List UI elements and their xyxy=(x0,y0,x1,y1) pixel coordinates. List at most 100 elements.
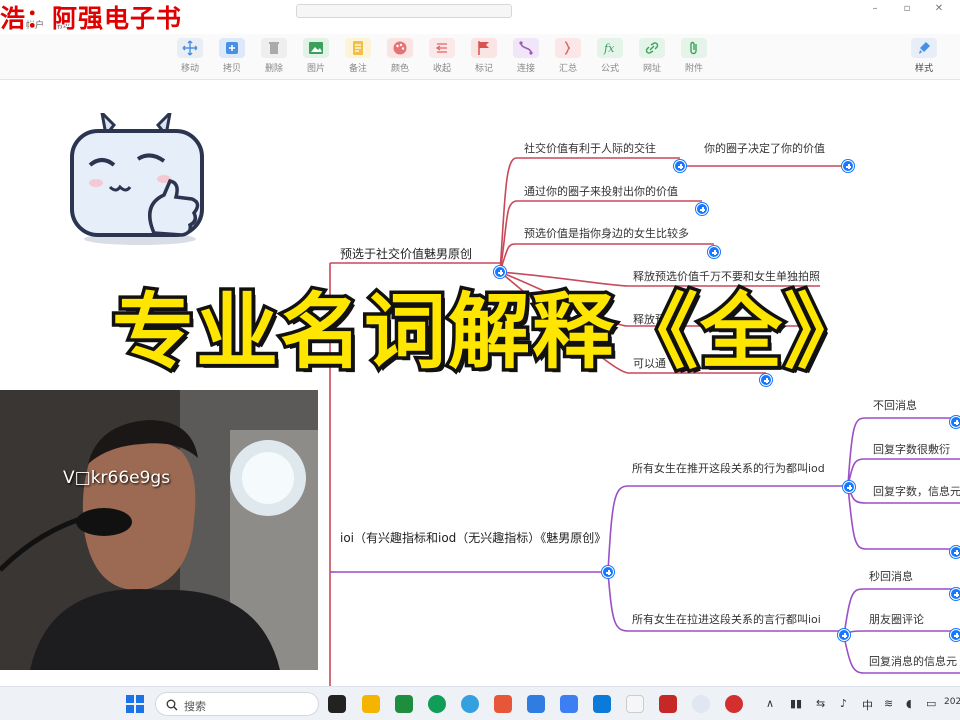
formula-tool-button[interactable]: fx 公式 xyxy=(588,38,632,78)
tray-overflow-icon[interactable]: ∧ xyxy=(766,697,774,710)
volume-icon[interactable]: ◖ xyxy=(906,697,912,710)
attachment-tool-button[interactable]: 附件 xyxy=(672,38,716,78)
file-explorer-icon[interactable] xyxy=(362,695,380,713)
note-tool-button[interactable]: 备注 xyxy=(336,38,380,78)
delete-tool-button[interactable]: 删除 xyxy=(252,38,296,78)
formula-icon: fx xyxy=(597,38,623,58)
flag-tool-label: 标记 xyxy=(474,64,493,74)
expand-plus-icon[interactable] xyxy=(494,266,506,278)
expand-plus-icon[interactable] xyxy=(950,546,960,558)
task-view-icon[interactable] xyxy=(328,695,346,713)
microphone-icon[interactable]: ♪ xyxy=(840,697,847,710)
expand-plus-icon[interactable] xyxy=(708,246,720,258)
ioi-item[interactable]: 秒回消息 xyxy=(869,570,913,584)
style-label: 样式 xyxy=(914,64,933,74)
edge-browser-icon[interactable] xyxy=(428,695,446,713)
copy-tool-button[interactable]: 拷贝 xyxy=(210,38,254,78)
recording-icon[interactable] xyxy=(725,695,743,713)
iod-item[interactable]: 回复字数很敷衍 xyxy=(873,443,950,457)
windows-start-icon[interactable] xyxy=(126,695,144,713)
tray-settings-icon[interactable]: ⇆ xyxy=(816,697,825,710)
title-search-box[interactable] xyxy=(296,4,512,18)
wifi-icon[interactable]: ≋ xyxy=(884,697,893,710)
iod-item[interactable]: 不回消息 xyxy=(873,399,917,413)
connect-tool-label: 连接 xyxy=(516,64,535,74)
color-tool-button[interactable]: 颜色 xyxy=(378,38,422,78)
branch1-root-node[interactable]: 预选于社交价值魅男原创 xyxy=(340,247,472,261)
copy-tool-label: 拷贝 xyxy=(222,64,241,74)
webcam-overlay: V□kr66e9gs xyxy=(0,390,318,670)
close-icon[interactable]: ✕ xyxy=(932,2,946,16)
app-icon[interactable] xyxy=(560,695,578,713)
expand-plus-icon[interactable] xyxy=(950,588,960,600)
expand-plus-icon[interactable] xyxy=(843,481,855,493)
flag-icon xyxy=(471,38,497,58)
app-icon[interactable] xyxy=(494,695,512,713)
note-tool-label: 备注 xyxy=(348,64,367,74)
minimize-icon[interactable]: – xyxy=(868,2,882,16)
ime-indicator[interactable]: 中 xyxy=(862,697,873,713)
palette-icon xyxy=(387,38,413,58)
taskbar-search-label: 搜索 xyxy=(184,700,206,713)
delete-tool-label: 删除 xyxy=(264,64,283,74)
image-tool-button[interactable]: 图片 xyxy=(294,38,338,78)
app-icon[interactable] xyxy=(692,695,710,713)
image-tool-label: 图片 xyxy=(306,64,325,74)
thinking-mascot-icon xyxy=(70,113,204,245)
title-banner: 专业名词解释《全》 xyxy=(40,278,940,388)
window-controls: – ▫ ✕ xyxy=(860,2,960,18)
attachment-tool-label: 附件 xyxy=(684,64,703,74)
taskbar-search-input[interactable]: 搜索 xyxy=(155,692,319,716)
maximize-icon[interactable]: ▫ xyxy=(900,2,914,16)
move-tool-button[interactable]: 移动 xyxy=(168,38,212,78)
style-panel-button[interactable]: 样式 xyxy=(902,38,946,78)
taskbar: 搜索 ∧ ▮▮ ⇆ ♪ 中 ≋ ◖ ▭ 202 xyxy=(0,686,960,720)
collapse-tool-label: 收起 xyxy=(432,64,451,74)
expand-plus-icon[interactable] xyxy=(842,160,854,172)
app-icon[interactable] xyxy=(593,695,611,713)
tray-app-icon[interactable]: ▮▮ xyxy=(790,697,802,710)
ioi-item[interactable]: 回复消息的信息元 xyxy=(869,655,957,669)
branch2-root-node[interactable]: ioi（有兴趣指标和iod（无兴趣指标）《魅男原创》 xyxy=(340,531,606,545)
mindmap-app-icon[interactable] xyxy=(626,695,644,713)
expand-plus-icon[interactable] xyxy=(602,566,614,578)
link-icon xyxy=(639,38,665,58)
branch2-ioi-node[interactable]: 所有女生在拉进这段关系的言行都叫ioi xyxy=(632,613,821,627)
app-store-icon[interactable] xyxy=(395,695,413,713)
ioi-item[interactable]: 朋友圈评论 xyxy=(869,613,924,627)
toolbar: 移动 拷贝 删除 图片 备注 颜色 收起 标记 连接 汇总 fx 公式 网址 附… xyxy=(0,34,960,80)
summary-icon xyxy=(555,38,581,58)
delete-icon xyxy=(261,38,287,58)
branch1-child-social-value[interactable]: 社交价值有利于人际的交往 xyxy=(524,142,656,156)
app-icon[interactable] xyxy=(461,695,479,713)
link-tool-button[interactable]: 网址 xyxy=(630,38,674,78)
collapse-tool-button[interactable]: 收起 xyxy=(420,38,464,78)
branch1-child-preselect[interactable]: 预选价值是指你身边的女生比较多 xyxy=(524,227,689,241)
expand-plus-icon[interactable] xyxy=(674,160,686,172)
connect-icon xyxy=(513,38,539,58)
tray-date[interactable]: 202 xyxy=(944,697,960,707)
battery-icon[interactable]: ▭ xyxy=(926,697,936,710)
collapse-icon xyxy=(429,38,455,58)
expand-plus-icon[interactable] xyxy=(950,629,960,641)
brush-icon xyxy=(911,38,937,58)
flag-tool-button[interactable]: 标记 xyxy=(462,38,506,78)
expand-plus-icon[interactable] xyxy=(838,629,850,641)
branch1-child-project-value[interactable]: 通过你的圈子来投射出你的价值 xyxy=(524,185,678,199)
cloud-app-icon[interactable] xyxy=(527,695,545,713)
menu-bar: 帐户 帮助 – ▫ ✕ 浩：阿强电子书 xyxy=(0,0,960,34)
move-tool-label: 移动 xyxy=(180,64,199,74)
expand-plus-icon[interactable] xyxy=(696,203,708,215)
screen: 帐户 帮助 – ▫ ✕ 浩：阿强电子书 移动 拷贝 删除 图片 备注 颜色 收起… xyxy=(0,0,960,720)
branch2-iod-node[interactable]: 所有女生在推开这段关系的行为都叫iod xyxy=(632,462,825,476)
expand-plus-icon[interactable] xyxy=(950,416,960,428)
color-tool-label: 颜色 xyxy=(390,64,409,74)
formula-tool-label: 公式 xyxy=(600,64,619,74)
connect-tool-button[interactable]: 连接 xyxy=(504,38,548,78)
branch1-grandchild-circle[interactable]: 你的圈子决定了你的价值 xyxy=(704,142,825,156)
iod-item[interactable]: 回复字数，信息元 xyxy=(873,485,960,499)
link-tool-label: 网址 xyxy=(642,64,661,74)
attachment-icon xyxy=(681,38,707,58)
wps-app-icon[interactable] xyxy=(659,695,677,713)
summary-tool-button[interactable]: 汇总 xyxy=(546,38,590,78)
